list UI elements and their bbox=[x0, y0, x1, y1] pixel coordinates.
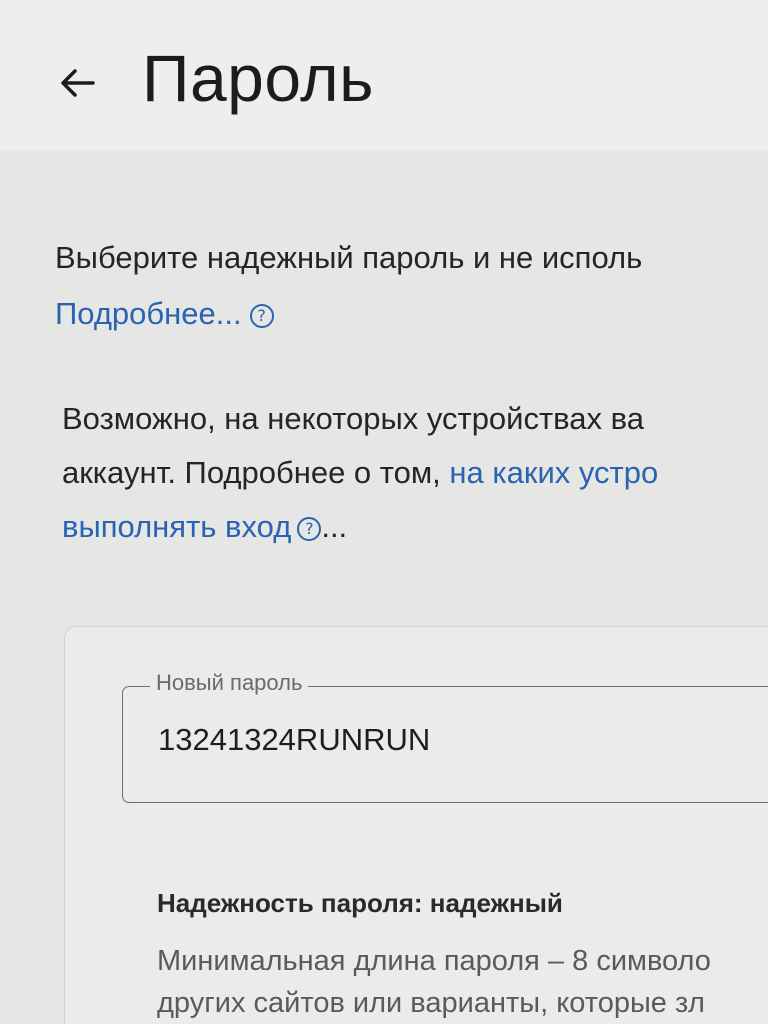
new-password-label: Новый пароль bbox=[150, 670, 309, 696]
back-button[interactable] bbox=[52, 58, 102, 108]
devices-link-part2[interactable]: выполнять вход bbox=[62, 509, 291, 544]
devices-link-part1[interactable]: на каких устро bbox=[449, 455, 658, 490]
learn-more-link[interactable]: Подробнее... bbox=[55, 296, 242, 331]
help-circle-icon[interactable]: ? bbox=[249, 304, 274, 328]
devices-notice-line1: Возможно, на некоторых устройствах ва bbox=[62, 401, 645, 436]
top-bar: Пароль bbox=[0, 0, 768, 150]
devices-notice-line3: выполнять вход?... bbox=[62, 500, 658, 554]
devices-notice-line2: аккаунт. Подробнее о том, на каких устро bbox=[62, 446, 658, 500]
page-title: Пароль bbox=[142, 41, 375, 115]
arrow-back-icon bbox=[61, 69, 95, 97]
devices-notice-prefix: аккаунт. Подробнее о том, bbox=[62, 455, 450, 490]
password-requirements: Минимальная длина пароля – 8 символо дру… bbox=[157, 940, 711, 1024]
devices-notice: Возможно, на некоторых устройствах ва ак… bbox=[62, 392, 658, 554]
password-strength: Надежность пароля: надежный bbox=[157, 888, 563, 918]
intro-text-block: Выберите надежный пароль и не исполь Под… bbox=[55, 230, 642, 342]
devices-notice-suffix: ... bbox=[321, 509, 348, 544]
intro-text: Выберите надежный пароль и не исполь bbox=[55, 240, 643, 275]
help-circle-icon[interactable]: ? bbox=[297, 517, 322, 541]
requirements-line2: других сайтов или варианты, которые зл bbox=[157, 987, 705, 1019]
learn-more-row: Подробнее...? bbox=[55, 286, 642, 342]
requirements-line1: Минимальная длина пароля – 8 символо bbox=[157, 945, 711, 977]
new-password-input[interactable] bbox=[158, 722, 758, 758]
